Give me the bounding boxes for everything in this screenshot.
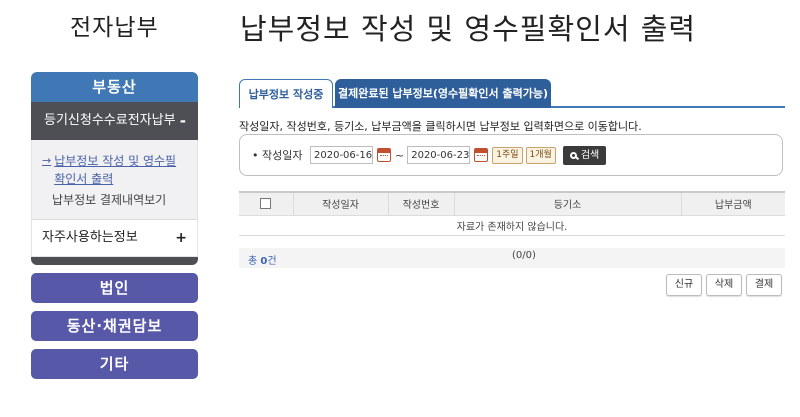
payment-table: 작성일자 작성번호 등기소 납부금액 자료가 존재하지 않습니다.: [239, 191, 785, 236]
bullet-icon: •: [252, 149, 259, 162]
tab-completed[interactable]: 결제완료된 납부정보(영수필확인서 출력가능): [335, 79, 551, 108]
pay-button[interactable]: 결제: [746, 274, 782, 296]
table-row: 자료가 존재하지 않습니다.: [239, 215, 785, 236]
pagination-info: (0/0): [512, 250, 536, 261]
sidebar-submenu-header[interactable]: 등기신청수수료전자납부 -: [31, 102, 198, 140]
service-title: 전자납부: [70, 15, 159, 41]
expand-icon[interactable]: +: [175, 220, 187, 256]
tab-in-progress[interactable]: 납부정보 작성중: [239, 79, 333, 108]
delete-button[interactable]: 삭제: [706, 274, 742, 296]
collapse-icon[interactable]: -: [180, 102, 186, 140]
sidebar-category-movable[interactable]: 동산·채권담보: [31, 311, 198, 341]
sidebar-category-other[interactable]: 기타: [31, 349, 198, 379]
search-button[interactable]: 검색: [562, 145, 607, 165]
calendar-icon[interactable]: [474, 148, 489, 162]
sidebar-favorites[interactable]: 자주사용하는정보 +: [31, 219, 198, 257]
table-summary: 총 0건 (0/0): [239, 248, 785, 268]
sidebar-item-payment-history[interactable]: 납부정보 결제내역보기: [42, 191, 187, 209]
page-title: 납부정보 작성 및 영수필확인서 출력: [240, 12, 697, 46]
select-all-checkbox[interactable]: [260, 198, 272, 209]
one-week-button[interactable]: 1주일: [492, 146, 523, 164]
table-header-row: 작성일자 작성번호 등기소 납부금액: [239, 191, 785, 216]
submenu-label: 등기신청수수료전자납부: [44, 113, 176, 128]
column-header-number[interactable]: 작성번호: [388, 191, 455, 216]
empty-message: 자료가 존재하지 않습니다.: [239, 215, 785, 236]
search-date-label: • 작성일자: [252, 149, 303, 162]
column-header-date[interactable]: 작성일자: [293, 191, 389, 216]
favorites-label: 자주사용하는정보: [42, 230, 138, 245]
select-all-header: [239, 191, 294, 216]
new-button[interactable]: 신규: [666, 274, 702, 296]
sidebar-item-label: 납부정보 작성 및 영수필확인서 출력: [54, 154, 177, 186]
column-header-registry[interactable]: 등기소: [454, 191, 682, 216]
sidebar-category-corp[interactable]: 법인: [31, 273, 198, 303]
one-month-button[interactable]: 1개월: [525, 146, 556, 164]
sidebar-item-write-payment[interactable]: → 납부정보 작성 및 영수필확인서 출력: [42, 152, 187, 188]
sidebar: 부동산 등기신청수수료전자납부 - → 납부정보 작성 및 영수필확인서 출력 …: [31, 72, 198, 379]
date-to-input[interactable]: [407, 146, 471, 164]
search-panel: • 작성일자 ~ 1주일 1개월 검색: [239, 134, 783, 176]
instruction-text: 작성일자, 작성번호, 등기소, 납부금액을 클릭하시면 납부정보 입력화면으로…: [239, 120, 642, 133]
date-from-input[interactable]: [310, 146, 373, 164]
calendar-icon[interactable]: [377, 148, 391, 162]
date-separator: ~: [395, 148, 405, 162]
search-icon: [569, 151, 577, 159]
column-header-amount[interactable]: 납부금액: [681, 191, 785, 216]
sidebar-bottom-bar: [31, 257, 198, 265]
sidebar-category-realty[interactable]: 부동산: [31, 72, 198, 102]
arrow-right-icon: →: [42, 154, 52, 167]
action-buttons: 신규 삭제 결제: [662, 274, 782, 296]
sidebar-submenu-body: → 납부정보 작성 및 영수필확인서 출력 납부정보 결제내역보기: [31, 140, 198, 219]
tab-bar: 납부정보 작성중 결제완료된 납부정보(영수필확인서 출력가능): [239, 78, 785, 108]
total-count: 총 0건: [248, 256, 277, 267]
